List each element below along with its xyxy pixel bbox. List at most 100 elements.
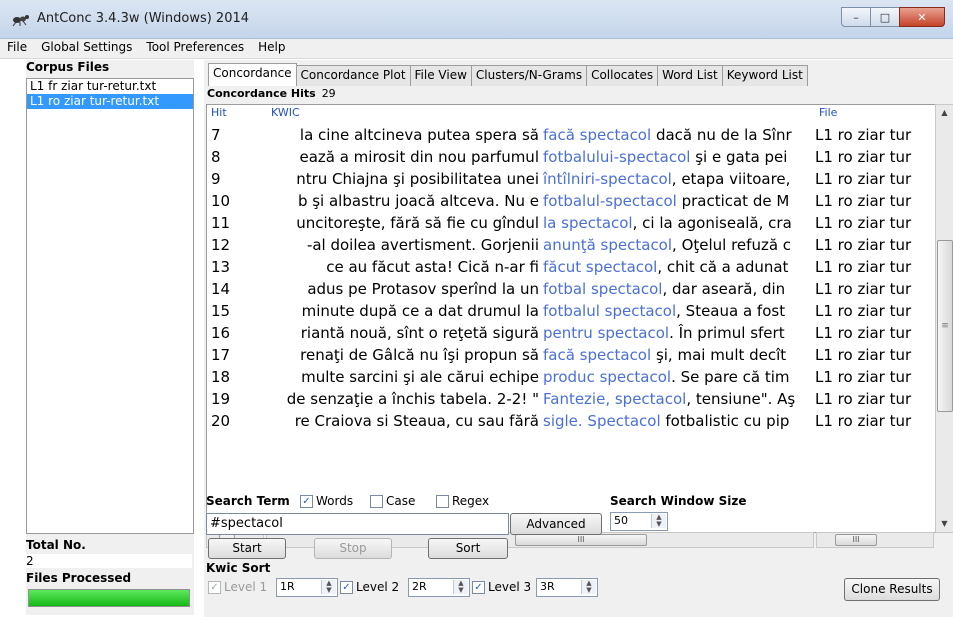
words-option[interactable]: ✓ Words: [300, 494, 353, 508]
kwic-keyword[interactable]: Fantezie, spectacol: [543, 390, 686, 408]
close-button[interactable]: ✕: [899, 7, 945, 27]
regex-checkbox[interactable]: [436, 495, 449, 508]
tool-tabs: Concordance Concordance Plot File View C…: [208, 63, 808, 86]
menu-file[interactable]: File: [0, 39, 34, 58]
stop-button[interactable]: Stop: [314, 538, 392, 559]
concordance-results-grid[interactable]: Hit KWIC File 7 la cine altcineva putea s…: [206, 104, 936, 533]
menu-global-settings[interactable]: Global Settings: [34, 39, 139, 58]
scroll-thumb[interactable]: ≡: [937, 240, 953, 412]
table-row[interactable]: 20 re Craiova si Steaua, cu sau fără sigle…: [207, 410, 935, 432]
column-header-file[interactable]: File: [819, 106, 837, 119]
kwic-keyword[interactable]: fotbalul-spectacol: [543, 192, 677, 210]
file-name-cell[interactable]: L1 ro ziar tur: [815, 146, 933, 168]
menu-tool-preferences[interactable]: Tool Preferences: [139, 39, 251, 58]
file-name-cell[interactable]: L1 ro ziar tur: [815, 366, 933, 388]
table-row[interactable]: 18 multe sarcini şi ale cărui echipe produ…: [207, 366, 935, 388]
menu-help[interactable]: Help: [251, 39, 292, 58]
file-name-cell[interactable]: L1 ro ziar tur: [815, 190, 933, 212]
level-3-spinner[interactable]: 3R ▲ ▼: [536, 578, 598, 597]
words-checkbox[interactable]: ✓: [300, 495, 313, 508]
table-row[interactable]: 16 riantă nouă, sînt o reţetă sigură pentr…: [207, 322, 935, 344]
file-name-cell[interactable]: L1 ro ziar tur: [815, 300, 933, 322]
file-scroll-thumb[interactable]: III: [835, 534, 877, 546]
file-name-cell[interactable]: L1 ro ziar tur: [815, 168, 933, 190]
table-row[interactable]: 9 ntru Chiajna şi posibilitatea unei întîl…: [207, 168, 935, 190]
file-name-cell[interactable]: L1 ro ziar tur: [815, 388, 933, 410]
kwic-keyword[interactable]: la spectacol: [543, 214, 633, 232]
table-row[interactable]: 7 la cine altcineva putea spera să facă sp…: [207, 124, 935, 146]
level-2-checkbox[interactable]: ✓: [340, 581, 353, 594]
minimize-button[interactable]: –: [841, 7, 871, 27]
table-row[interactable]: 19 de senzaţie a închis tabela. 2-2! " Fan…: [207, 388, 935, 410]
kwic-keyword[interactable]: întîlniri-spectacol: [543, 170, 672, 188]
kwic-keyword[interactable]: facă spectacol: [543, 126, 651, 144]
file-name-cell[interactable]: L1 ro ziar tur: [815, 344, 933, 366]
search-term-input[interactable]: #spectacol: [206, 513, 509, 535]
maximize-button[interactable]: □: [870, 7, 900, 27]
kwic-keyword[interactable]: fotbalului-spectacol: [543, 148, 690, 166]
corpus-file-list[interactable]: L1 fr ziar tur-retur.txt L1 ro ziar tur-…: [26, 78, 194, 534]
level-1-label: Level 1: [224, 580, 268, 594]
kwic-keyword[interactable]: fotbal spectacol: [543, 280, 662, 298]
tab-file-view[interactable]: File View: [409, 65, 472, 86]
case-option[interactable]: Case: [370, 494, 415, 508]
regex-option[interactable]: Regex: [436, 494, 489, 508]
file-name-cell[interactable]: L1 ro ziar tur: [815, 234, 933, 256]
tab-concordance-plot[interactable]: Concordance Plot: [295, 65, 411, 86]
table-row[interactable]: 17 renaţi de Gâlcă nu îşi propun să facă s…: [207, 344, 935, 366]
spinner-arrows-icon[interactable]: ▲ ▼: [651, 514, 666, 528]
kwic-left-context: ează a mirosit din nou parfumul: [271, 146, 539, 168]
start-button[interactable]: Start: [208, 538, 286, 559]
corpus-file-item[interactable]: L1 fr ziar tur-retur.txt: [27, 79, 193, 94]
kwic-keyword[interactable]: făcut spectacol: [543, 258, 657, 276]
level-2-spinner[interactable]: 2R ▲ ▼: [408, 578, 470, 597]
scroll-up-arrow-icon[interactable]: ▲: [936, 105, 953, 121]
right-context-text: , ci la agoniseală, cra: [632, 214, 792, 232]
file-name-cell[interactable]: L1 ro ziar tur: [815, 410, 933, 432]
tab-clusters-ngrams[interactable]: Clusters/N-Grams: [470, 65, 588, 86]
scroll-down-arrow-icon[interactable]: ▼: [936, 516, 953, 532]
kwic-keyword[interactable]: facă spectacol: [543, 346, 651, 364]
kwic-level-3[interactable]: ✓ Level 3: [472, 580, 531, 594]
spinner-arrows-icon[interactable]: ▲ ▼: [581, 580, 596, 594]
kwic-level-1[interactable]: ✓ Level 1: [208, 580, 267, 594]
file-name-cell[interactable]: L1 ro ziar tur: [815, 212, 933, 234]
table-row[interactable]: 14 adus pe Protasov sperînd la un fotbal s…: [207, 278, 935, 300]
tab-word-list[interactable]: Word List: [657, 65, 723, 86]
level-1-spinner[interactable]: 1R ▲ ▼: [276, 578, 338, 597]
table-row[interactable]: 8 ează a mirosit din nou parfumul fotbalul…: [207, 146, 935, 168]
file-name-cell[interactable]: L1 ro ziar tur: [815, 278, 933, 300]
kwic-keyword[interactable]: fotbalul spectacol: [543, 302, 676, 320]
kwic-keyword[interactable]: sigle. Spectacol: [543, 412, 661, 430]
kwic-keyword[interactable]: pentru spectacol: [543, 324, 669, 342]
kwic-scroll-thumb[interactable]: III: [515, 534, 647, 546]
kwic-keyword[interactable]: produc spectacol: [543, 368, 671, 386]
file-name-cell[interactable]: L1 ro ziar tur: [815, 124, 933, 146]
table-row[interactable]: 15 minute după ce a dat drumul la fotbalul…: [207, 300, 935, 322]
spinner-arrows-icon[interactable]: ▲ ▼: [453, 580, 468, 594]
file-horizontal-scrollbar[interactable]: III: [816, 532, 934, 548]
corpus-file-item-selected[interactable]: L1 ro ziar tur-retur.txt: [27, 94, 193, 109]
table-row[interactable]: 13 ce au făcut asta! Cică n-ar fi făcut sp…: [207, 256, 935, 278]
table-row[interactable]: 10 b şi albastru joacă altceva. Nu e fotba…: [207, 190, 935, 212]
spinner-arrows-icon[interactable]: ▲ ▼: [321, 580, 336, 594]
advanced-button[interactable]: Advanced: [510, 513, 602, 535]
tab-keyword-list[interactable]: Keyword List: [721, 65, 808, 86]
sort-button[interactable]: Sort: [428, 538, 508, 559]
table-row[interactable]: 11 uncitoreşte, fără să fie cu gîndul la s…: [207, 212, 935, 234]
table-row[interactable]: 12 -al doilea avertisment. Gorjenii anunţă…: [207, 234, 935, 256]
level-3-checkbox[interactable]: ✓: [472, 581, 485, 594]
kwic-keyword[interactable]: anunţă spectacol: [543, 236, 672, 254]
clone-results-button[interactable]: Clone Results: [844, 578, 940, 601]
column-header-kwic[interactable]: KWIC: [271, 106, 300, 119]
file-name-cell[interactable]: L1 ro ziar tur: [815, 322, 933, 344]
kwic-level-2[interactable]: ✓ Level 2: [340, 580, 399, 594]
level-1-checkbox[interactable]: ✓: [208, 581, 221, 594]
column-header-hit[interactable]: Hit: [211, 106, 227, 119]
results-vertical-scrollbar[interactable]: ▲ ≡ ▼: [935, 104, 953, 533]
case-checkbox[interactable]: [370, 495, 383, 508]
search-window-size-spinner[interactable]: 50 ▲ ▼: [610, 512, 668, 531]
tab-concordance[interactable]: Concordance: [208, 63, 297, 86]
tab-collocates[interactable]: Collocates: [586, 65, 659, 86]
file-name-cell[interactable]: L1 ro ziar tur: [815, 256, 933, 278]
